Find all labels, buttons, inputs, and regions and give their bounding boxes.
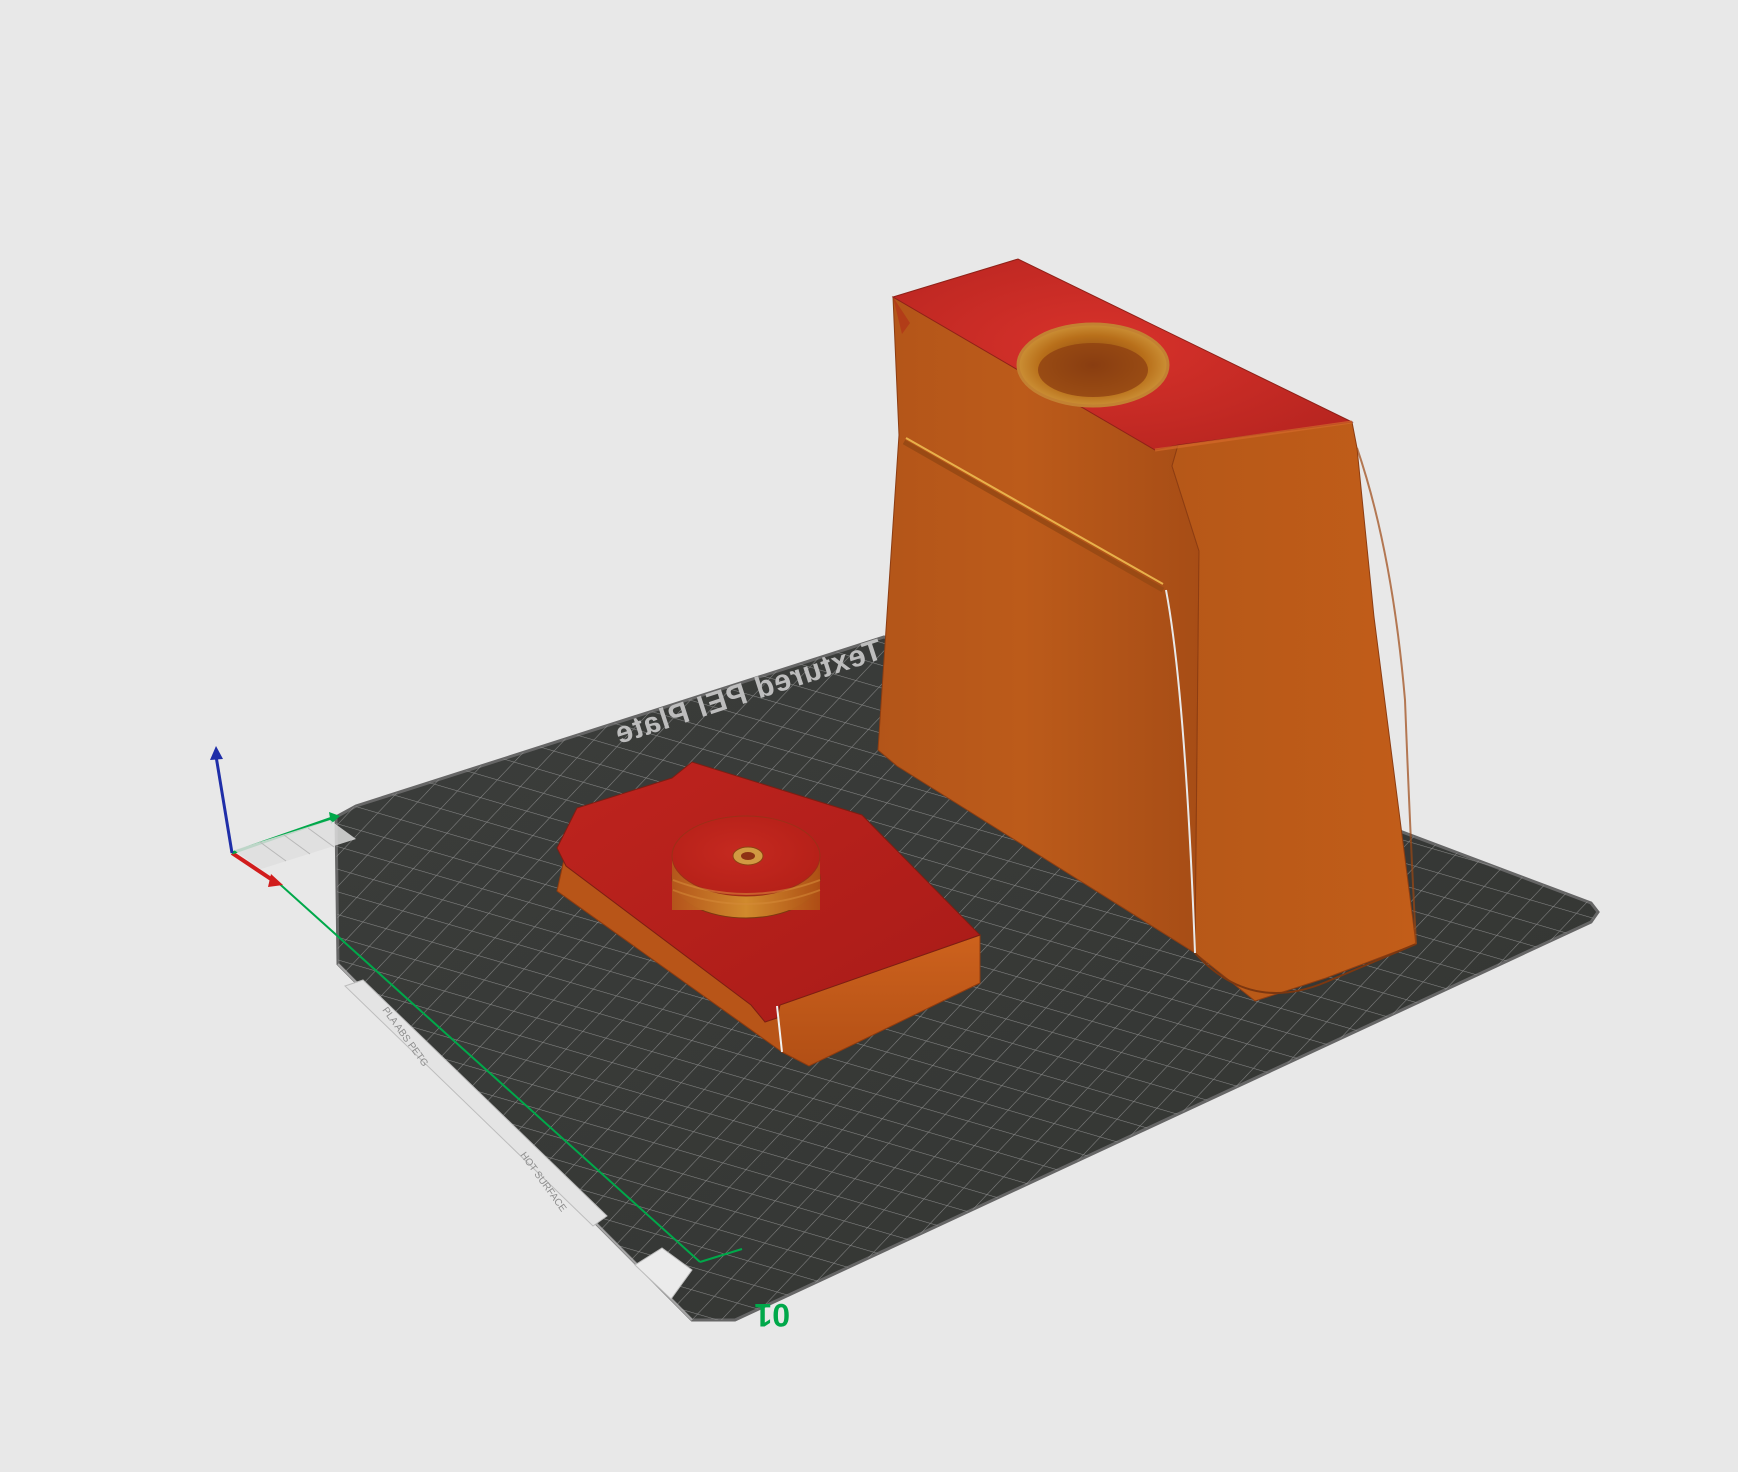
knob-inner-hole [741, 852, 755, 860]
axis-gizmo [210, 746, 356, 887]
slicer-scene[interactable]: PLA ABS PETG HOT SURFACE Textured PEI Pl… [0, 0, 1738, 1472]
3d-viewport[interactable]: PLA ABS PETG HOT SURFACE Textured PEI Pl… [0, 0, 1738, 1472]
z-axis-arrow [214, 755, 234, 854]
x-axis-head [268, 874, 283, 887]
z-axis-head [210, 746, 223, 760]
plate-number: 01 [754, 1297, 790, 1333]
tall-box-hole-inner [1038, 343, 1148, 397]
tall-box-right-face[interactable] [1171, 421, 1417, 1002]
